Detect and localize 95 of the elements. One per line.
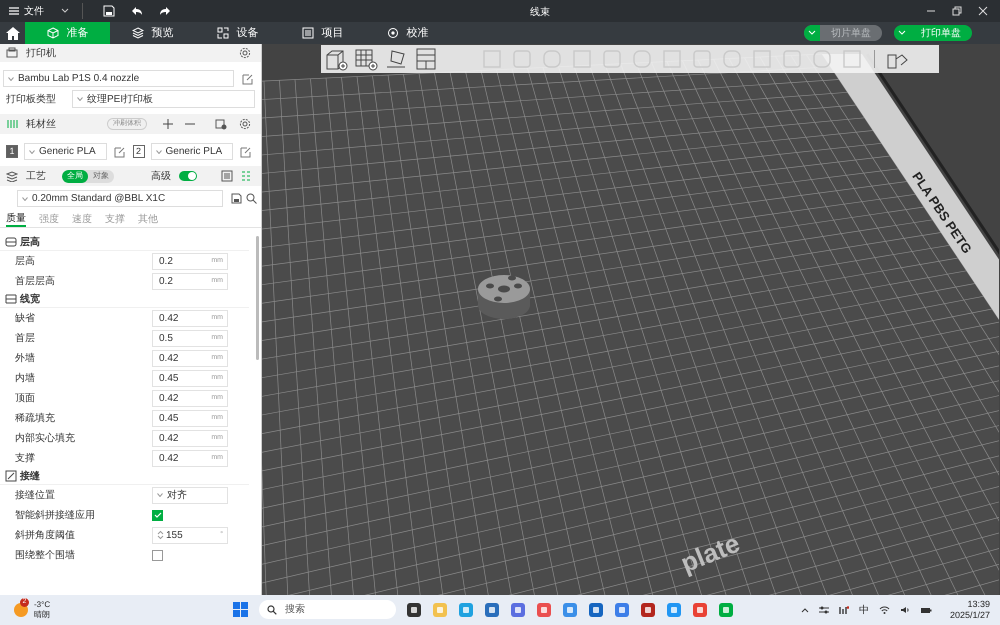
caret-icon bbox=[77, 97, 83, 101]
seam-select[interactable]: 对齐 bbox=[152, 486, 228, 504]
filament-select[interactable]: Generic PLA bbox=[24, 143, 106, 160]
caret-icon bbox=[22, 196, 28, 200]
save-icon[interactable] bbox=[231, 193, 242, 204]
checkbox[interactable] bbox=[152, 510, 163, 520]
temperature-text: -3°C bbox=[34, 600, 50, 610]
check-icon bbox=[154, 512, 162, 518]
scope-toggle[interactable]: 对象 bbox=[88, 170, 114, 182]
group-title: 接缝 bbox=[20, 470, 40, 484]
plate-type-select[interactable]: 纹理PEI打印板 bbox=[72, 90, 255, 108]
setting-label: 层高 bbox=[15, 254, 36, 268]
settings-icon[interactable] bbox=[239, 47, 251, 59]
setting-label: 内墙 bbox=[15, 372, 36, 386]
layer-height-icon bbox=[5, 236, 17, 248]
add-plate-icon[interactable] bbox=[354, 47, 378, 71]
search-field[interactable]: 搜索 bbox=[259, 600, 396, 619]
sliders-icon[interactable] bbox=[818, 606, 829, 614]
printer-icon bbox=[6, 47, 18, 59]
spinner-arrows-icon[interactable] bbox=[157, 530, 164, 540]
menu-icon bbox=[8, 6, 20, 16]
target-icon bbox=[386, 27, 398, 39]
caret-icon bbox=[157, 493, 163, 497]
clock-time: 13:39 bbox=[967, 599, 990, 610]
setting-label: 首层层高 bbox=[15, 274, 56, 288]
close-icon[interactable] bbox=[978, 6, 988, 16]
advanced-switch[interactable] bbox=[179, 171, 197, 181]
weather-text: 晴朗 bbox=[34, 610, 50, 620]
app-icon[interactable] bbox=[536, 602, 552, 618]
file-menu[interactable]: 文件 bbox=[0, 0, 52, 22]
setting-label: 顶面 bbox=[15, 392, 36, 406]
filament-color-swatch[interactable]: 2 bbox=[132, 145, 144, 158]
nav-tab[interactable]: 预览 bbox=[110, 22, 195, 44]
clock-date: 2025/1/27 bbox=[950, 610, 990, 621]
edit-icon[interactable] bbox=[114, 146, 126, 158]
group-title: 线宽 bbox=[20, 292, 40, 306]
setting-label: 斜拼角度阈值 bbox=[15, 528, 76, 542]
caret-icon bbox=[898, 30, 906, 36]
wifi-icon[interactable] bbox=[878, 606, 890, 614]
nav-tab[interactable]: 项目 bbox=[280, 22, 365, 44]
layers-icon bbox=[132, 27, 144, 39]
filament-select[interactable]: Generic PLA bbox=[150, 143, 233, 160]
filament-color-swatch[interactable]: 1 bbox=[6, 145, 18, 158]
search-icon bbox=[267, 604, 277, 614]
app-icon[interactable] bbox=[640, 602, 656, 618]
section-title: 打印机 bbox=[26, 46, 56, 60]
stack-icon bbox=[6, 170, 18, 182]
section-title: 耗材丝 bbox=[26, 118, 56, 132]
restore-icon[interactable] bbox=[952, 6, 962, 16]
home-icon bbox=[6, 26, 20, 40]
caret-icon bbox=[8, 76, 14, 80]
redo-icon[interactable] bbox=[159, 6, 171, 16]
chevron-up-icon[interactable] bbox=[800, 607, 809, 613]
device-icon bbox=[216, 27, 228, 39]
edit-icon[interactable] bbox=[240, 146, 252, 158]
volume-icon[interactable] bbox=[900, 606, 910, 614]
arrange-icon[interactable] bbox=[414, 47, 438, 71]
setting-label: 外墙 bbox=[15, 352, 36, 366]
window-title: 线束 bbox=[530, 6, 550, 20]
printer-select[interactable]: Bambu Lab P1S 0.4 nozzle bbox=[3, 70, 234, 87]
scrollbar-thumb[interactable] bbox=[256, 236, 259, 360]
setting-label: 围绕整个围墙 bbox=[15, 548, 76, 562]
meter-icon[interactable] bbox=[838, 606, 849, 614]
caret-icon bbox=[29, 150, 35, 154]
preset-select[interactable]: 0.20mm Standard @BBL X1C bbox=[17, 190, 223, 207]
nav-tab[interactable]: 设备 bbox=[195, 22, 280, 44]
list-icon[interactable] bbox=[221, 170, 233, 182]
nav-tab[interactable]: 校准 bbox=[365, 22, 450, 44]
group-title: 层高 bbox=[20, 235, 40, 250]
ime-indicator[interactable]: 中 bbox=[858, 602, 869, 618]
filament-icon bbox=[6, 118, 18, 130]
section-title: 工艺 bbox=[26, 170, 46, 184]
setting-label: 首层 bbox=[15, 332, 36, 346]
field-label: 打印板类型 bbox=[6, 92, 57, 106]
setting-label: 稀疏填充 bbox=[15, 412, 56, 426]
settings-icon[interactable] bbox=[239, 118, 251, 130]
setting-label: 接缝位置 bbox=[15, 488, 56, 502]
battery-icon[interactable] bbox=[920, 606, 932, 614]
undo-icon[interactable] bbox=[131, 6, 143, 16]
plate-marking: plate bbox=[675, 526, 745, 580]
setting-label: 智能斜拼接缝应用 bbox=[15, 508, 96, 522]
settings-tab[interactable]: 质量 bbox=[6, 211, 26, 227]
setting-label: 内部实心填充 bbox=[15, 432, 76, 446]
checkbox[interactable] bbox=[152, 550, 163, 560]
setting-label: 缺省 bbox=[15, 312, 36, 326]
start-icon[interactable] bbox=[232, 601, 249, 618]
caret-icon bbox=[156, 150, 162, 154]
edit-icon[interactable] bbox=[242, 72, 254, 84]
search-icon[interactable] bbox=[246, 193, 257, 204]
list-icon bbox=[302, 27, 314, 39]
setting-label: 支撑 bbox=[15, 452, 36, 466]
line-width-icon bbox=[5, 293, 17, 305]
caret-icon bbox=[808, 30, 816, 36]
advanced-label: 高级 bbox=[151, 170, 171, 184]
add-icon[interactable] bbox=[163, 119, 173, 129]
